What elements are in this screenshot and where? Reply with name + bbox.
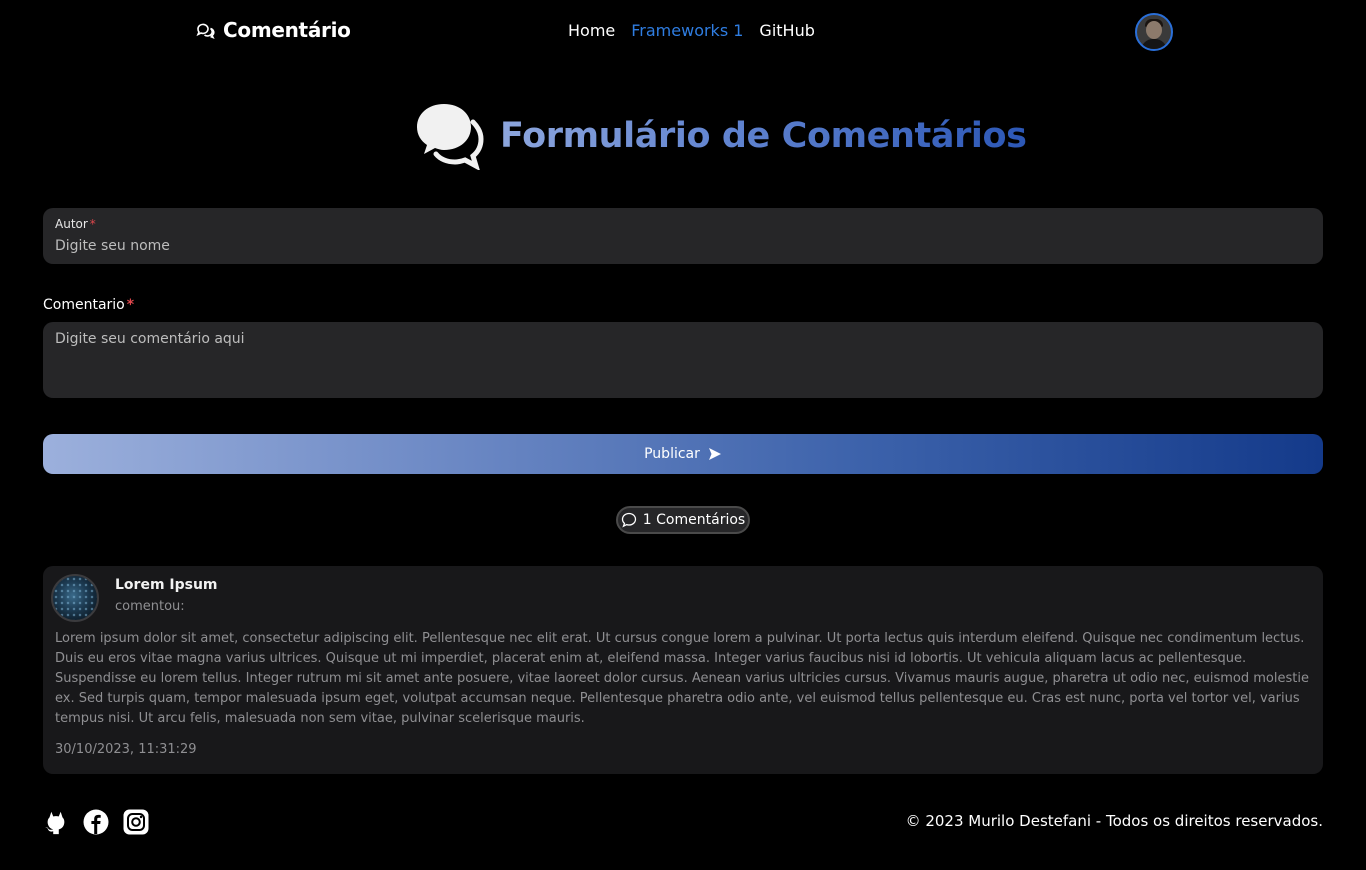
comments-count-text: 1 Comentários [642,512,746,528]
page-title: Formulário de Comentários [500,116,1027,156]
author-input[interactable] [55,236,1305,256]
comment-subtitle: comentou: [115,599,185,614]
user-avatar[interactable] [1135,13,1173,51]
comment-body: Lorem ipsum dolor sit amet, consectetur … [55,631,1309,726]
author-label-text: Autor [55,217,88,231]
comment-textarea[interactable] [55,331,1305,389]
author-field: Autor * [43,208,1323,264]
social-links [43,808,149,836]
comment-card: Lorem Ipsum comentou: Lorem ipsum dolor … [43,566,1323,774]
top-navbar: Comentário Home Frameworks 1 GitHub [0,0,1366,64]
comment-author: Lorem Ipsum [115,577,218,593]
publish-label: Publicar [644,446,700,462]
page-hero: Formulário de Comentários [416,102,1027,172]
comment-label-text: Comentario [43,297,125,313]
facebook-icon[interactable] [83,808,109,836]
nav-frameworks[interactable]: Frameworks 1 [631,21,743,40]
github-icon[interactable] [43,808,69,836]
author-label: Autor * [55,217,96,231]
required-mark: * [126,297,135,313]
copyright-text: © 2023 Murilo Destefani - Todos os direi… [905,812,1323,830]
instagram-icon[interactable] [123,808,149,836]
brand-title: Comentário [223,18,351,42]
commenter-avatar [51,574,99,622]
chat-bubbles-icon [416,102,488,172]
avatar-face [1146,21,1162,39]
main-nav: Home Frameworks 1 GitHub [568,21,815,40]
publish-button[interactable]: Publicar [43,434,1323,474]
comments-count-badge: 1 Comentários [616,506,750,534]
chat-bubble-icon [621,512,637,528]
nav-github[interactable]: GitHub [759,21,814,40]
comment-field [43,322,1323,398]
avatar-pattern [53,576,97,620]
brand[interactable]: Comentário [195,18,351,42]
nav-home[interactable]: Home [568,21,615,40]
send-icon [708,447,722,461]
comment-date: 30/10/2023, 11:31:29 [55,742,197,757]
required-mark: * [89,217,96,231]
comment-label: Comentario * [43,297,134,313]
chat-bubbles-icon [195,20,215,40]
avatar-body [1141,39,1167,49]
